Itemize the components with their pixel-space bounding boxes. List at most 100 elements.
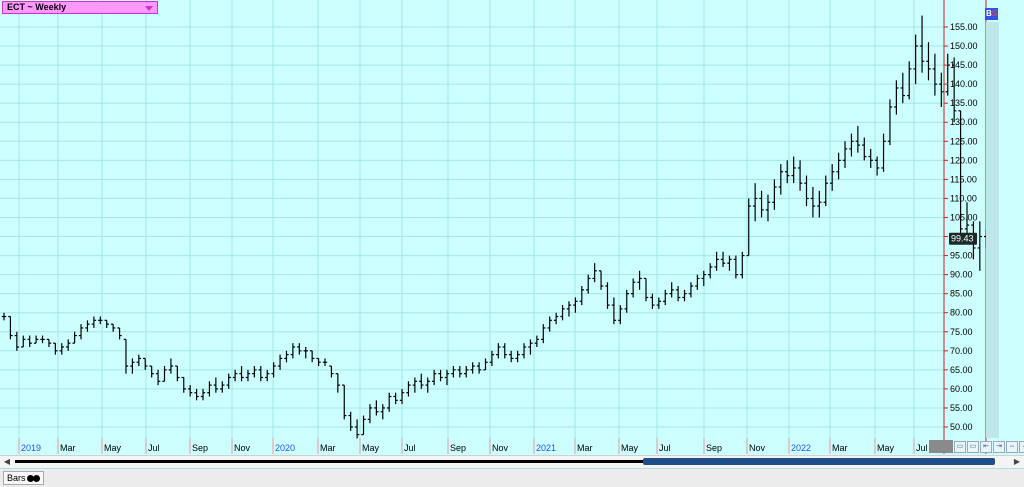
ohlc-bar <box>21 335 26 348</box>
ohlc-bar <box>252 366 257 378</box>
ohlc-bar <box>342 384 347 420</box>
ohlc-bar <box>534 335 540 347</box>
y-tick-label: 55.00 <box>950 403 973 413</box>
bs-badge[interactable]: BS <box>985 8 998 20</box>
ohlc-bar <box>40 335 45 344</box>
horizontal-scrollbar[interactable]: ◀ ▶ <box>0 455 1024 469</box>
x-tick-label: May <box>104 443 122 453</box>
compress-icon[interactable]: ⇔ <box>1006 441 1018 453</box>
ohlc-bar <box>110 323 116 332</box>
symbol-label: ECT ~ Weekly <box>7 2 67 12</box>
symbol-selector[interactable]: ECT ~ Weekly <box>2 1 158 14</box>
x-tick-label: Nov <box>749 443 766 453</box>
ohlc-bar <box>464 366 469 378</box>
x-tick-label: Mar <box>320 443 336 453</box>
ohlc-bar <box>297 343 302 355</box>
ohlc-bar <box>605 282 610 309</box>
ohlc-bar <box>162 366 167 382</box>
ohlc-bar <box>579 286 584 306</box>
ohlc-bar <box>842 141 848 168</box>
ohlc-bar <box>797 160 803 191</box>
ohlc-bar <box>669 282 674 298</box>
ohlc-bar <box>348 411 353 431</box>
ohlc-bar <box>399 388 405 405</box>
ohlc-bar <box>829 164 835 191</box>
x-tick-label: 2022 <box>791 443 811 453</box>
y-tick-label: 85.00 <box>950 289 973 299</box>
ohlc-bar <box>200 388 206 401</box>
x-tick-label: Sep <box>450 443 466 453</box>
ohlc-bar <box>232 369 238 382</box>
y-tick-label: 155.00 <box>950 22 978 32</box>
ohlc-bar <box>104 319 109 328</box>
ohlc-bar <box>46 338 52 347</box>
ohlc-bar <box>284 350 289 363</box>
ohlc-bar <box>836 152 841 180</box>
last-price-tag: 99.43 <box>949 232 977 245</box>
y-tick-label: 75.00 <box>950 327 973 337</box>
ohlc-bar <box>508 350 514 363</box>
ohlc-bar <box>130 358 135 374</box>
ohlc-bar <box>476 362 482 374</box>
ohlc-bar <box>553 312 559 325</box>
ohlc-bar <box>894 80 899 115</box>
ohlc-bar <box>643 277 649 302</box>
y-tick-label: 150.00 <box>950 41 978 51</box>
dropdown-arrow-icon[interactable] <box>145 6 153 11</box>
ohlc-bar <box>470 362 475 374</box>
ohlc-bar <box>316 357 321 367</box>
ohlc-bar <box>187 385 193 397</box>
scroll-thumb[interactable] <box>643 458 995 465</box>
y-tick-label: 115.00 <box>950 174 977 184</box>
y-tick-label: 105.00 <box>950 212 978 222</box>
ohlc-bar <box>515 350 520 363</box>
ohlc-bar <box>168 358 174 374</box>
scroll-end-icon[interactable]: ⇥ <box>993 441 1005 453</box>
x-tick-label: Jul <box>404 443 416 453</box>
ohlc-bar <box>650 293 655 309</box>
scroll-back-icon[interactable]: ⇤ <box>980 441 992 453</box>
scroll-left-icon[interactable]: ◀ <box>0 456 14 468</box>
ohlc-bar <box>1 312 7 321</box>
y-tick-label: 60.00 <box>950 384 973 394</box>
ohlc-bar <box>695 274 700 290</box>
x-tick-label: May <box>362 443 380 453</box>
ohlc-bar <box>637 270 642 290</box>
ohlc-bar <box>457 366 463 378</box>
ohlc-bar <box>245 369 251 382</box>
ohlc-bar <box>714 251 719 271</box>
y-tick-label: 140.00 <box>950 79 978 89</box>
ohlc-bar <box>483 358 488 371</box>
price-bars <box>1 15 989 439</box>
price-scale-strip[interactable] <box>986 22 999 438</box>
ohlc-bar <box>804 175 809 207</box>
y-tick-label: 145.00 <box>950 60 978 70</box>
zoom-in-icon[interactable]: ▭ <box>967 441 979 453</box>
bars-tab[interactable]: Bars <box>3 471 44 485</box>
y-tick-label: 70.00 <box>950 346 973 356</box>
zoom-out-icon[interactable]: ▭ <box>954 441 966 453</box>
ohlc-bar <box>239 366 244 382</box>
ohlc-bar <box>303 347 308 359</box>
ohlc-bar <box>566 301 572 317</box>
footer-bar: Bars <box>0 470 1024 487</box>
scroll-right-icon[interactable]: ▶ <box>1010 456 1024 468</box>
ohlc-bar <box>874 156 880 176</box>
ohlc-bar <box>701 270 706 287</box>
ohlc-bar <box>220 381 225 393</box>
ohlc-bar <box>175 365 180 382</box>
ohlc-bar <box>688 282 694 298</box>
y-tick-label: 90.00 <box>950 270 973 280</box>
x-tick-label: 2020 <box>275 443 295 453</box>
ohlc-bar <box>759 190 764 218</box>
x-tick-label: Nov <box>234 443 251 453</box>
ohlc-bar <box>919 15 925 73</box>
x-tick-label: Nov <box>492 443 509 453</box>
y-tick-label: 95.00 <box>950 251 973 261</box>
ohlc-chart: 2019 Mar May Jul Sep Nov 2020 Mar May Jul Sep Nov 20… <box>0 0 989 454</box>
expand-icon[interactable]: ⇔ <box>1019 441 1024 453</box>
ohlc-bar <box>27 335 32 347</box>
ohlc-bar <box>136 354 142 367</box>
ohlc-bar <box>708 263 713 279</box>
ohlc-bar <box>53 342 58 355</box>
